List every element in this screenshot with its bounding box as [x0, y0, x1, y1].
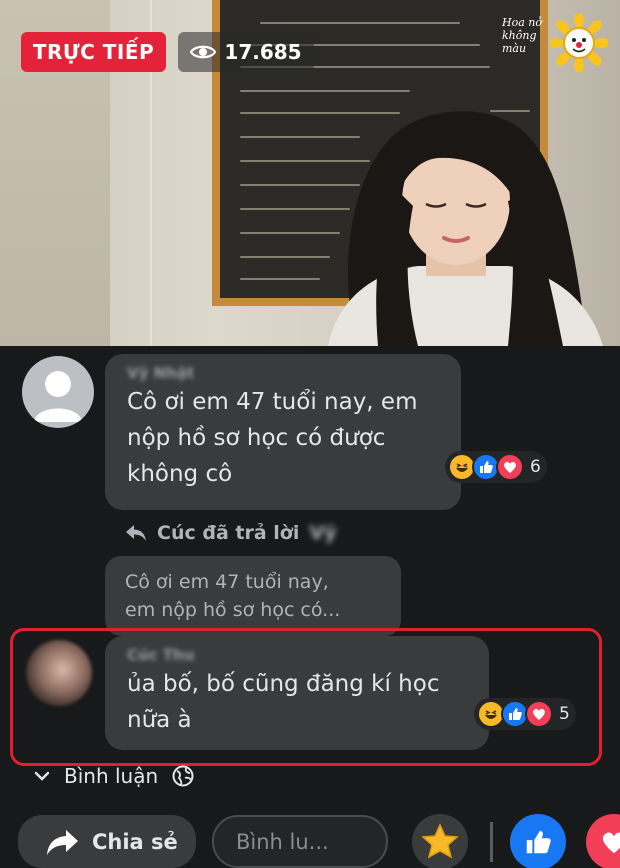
viewer-count-badge: 17.685	[178, 32, 314, 72]
comment-author[interactable]: Vỹ Nhật	[127, 364, 439, 382]
like-button[interactable]	[510, 814, 566, 868]
sunflower-logo-icon	[550, 14, 608, 72]
heart-icon	[602, 832, 620, 854]
comment-reactions[interactable]: 6	[445, 451, 547, 483]
love-button[interactable]	[586, 814, 620, 868]
chalk-writing	[240, 256, 330, 258]
comment-avatar[interactable]	[22, 356, 94, 428]
highlight-box	[10, 628, 602, 766]
quoted-line: em nộp hồ sơ học có...	[125, 599, 341, 621]
love-reaction-icon	[496, 453, 524, 481]
share-arrow-icon	[47, 829, 78, 855]
thumbs-up-icon	[526, 830, 551, 854]
reply-arrow-icon	[126, 525, 146, 541]
comment-bubble[interactable]: Vỹ Nhật Cô ơi em 47 tuổi nay, em nộp hồ …	[105, 354, 461, 510]
chalk-writing	[260, 22, 460, 24]
live-video-frame[interactable]: TRỰC TIẾP 17.685 Hoa nở không màu	[0, 0, 620, 346]
chevron-down-icon	[34, 771, 50, 781]
quoted-line: Cô ơi em 47 tuổi nay,	[125, 571, 329, 593]
divider	[490, 822, 493, 862]
reply-target: Vỹ	[309, 522, 337, 544]
chalk-writing	[240, 278, 320, 280]
viewer-count: 17.685	[224, 40, 302, 64]
live-badge: TRỰC TIẾP	[21, 32, 166, 72]
share-label: Chia sẻ	[92, 829, 178, 854]
quoted-comment[interactable]: Cô ơi em 47 tuổi nay, em nộp hồ sơ học c…	[105, 556, 401, 636]
default-avatar-icon	[34, 371, 82, 422]
star-icon	[421, 823, 459, 859]
reply-label: Cúc đã trả lời	[157, 522, 300, 544]
reaction-count: 6	[530, 457, 541, 477]
comment-text-line: không cô	[127, 461, 233, 487]
eye-icon	[190, 45, 217, 59]
comments-toggle[interactable]: Bình luận	[34, 764, 194, 788]
comment-text: Cô ơi em 47 tuổi nay, em nộp hồ sơ học c…	[127, 384, 439, 492]
reply-indicator[interactable]: Cúc đã trả lời Vỹ	[125, 522, 336, 544]
live-video-page: TRỰC TIẾP 17.685 Hoa nở không màu Vỹ Nhậ…	[0, 0, 620, 868]
comment-text-line: nộp hồ sơ học có được	[127, 425, 386, 451]
stars-button[interactable]	[412, 814, 468, 868]
comment-input[interactable]: Bình lu...	[212, 815, 388, 868]
live-badge-label: TRỰC TIẾP	[32, 40, 155, 64]
comment-input-placeholder: Bình lu...	[236, 829, 329, 854]
globe-icon	[172, 765, 194, 787]
streamer-silhouette	[328, 111, 603, 346]
share-button[interactable]: Chia sẻ	[18, 815, 196, 868]
comments-toggle-label: Bình luận	[64, 764, 159, 788]
comment-text-line: Cô ơi em 47 tuổi nay, em	[127, 389, 418, 415]
chalk-writing	[240, 90, 410, 92]
